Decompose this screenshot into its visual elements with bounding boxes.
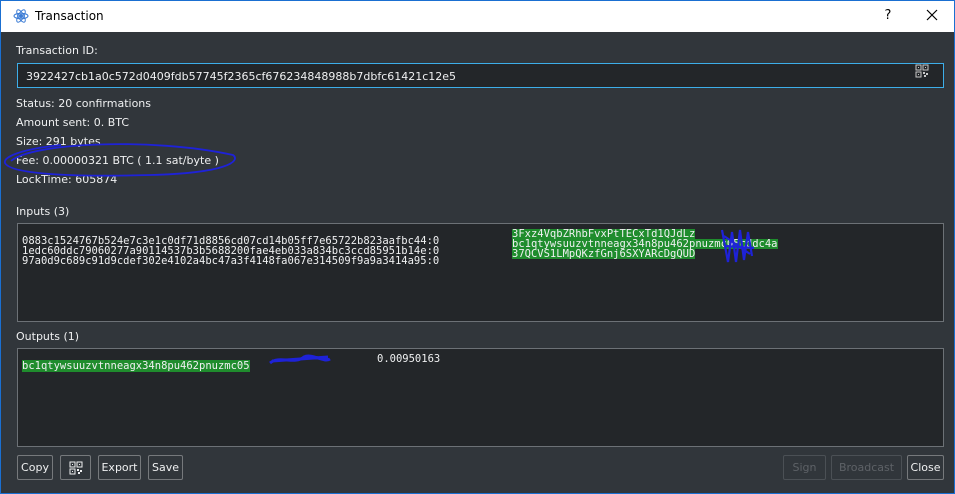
txid-field[interactable]: 3922427cb1a0c572d0409fdb57745f2365cf6762… bbox=[17, 63, 944, 88]
help-button[interactable]: ? bbox=[879, 7, 897, 25]
redaction-scribble bbox=[269, 354, 331, 365]
broadcast-button[interactable]: Broadcast bbox=[831, 455, 902, 480]
close-icon bbox=[926, 9, 938, 21]
inputs-label: Inputs (3) bbox=[16, 205, 70, 218]
input-address[interactable]: 37QCVS1LMpQKzfGnj6SXYARcDgQUD bbox=[512, 249, 696, 259]
locktime-text: LockTime: 605874 bbox=[16, 173, 118, 186]
close-button[interactable]: Close bbox=[907, 455, 944, 480]
close-window-button[interactable] bbox=[921, 7, 943, 25]
inputs-list[interactable]: 0883c1524767b524e7c3e1c0df71d8856cd07cd1… bbox=[17, 223, 944, 322]
qr-code-button[interactable] bbox=[60, 455, 91, 480]
input-row[interactable]: 1edc60ddc79060277a90114537b3b5688200fae4… bbox=[22, 239, 778, 256]
electrum-atom-icon bbox=[13, 9, 29, 23]
outputs-list[interactable]: bc1qtywsuuzvtnneagx34n8pu462pnuzmc05 0.0… bbox=[17, 348, 944, 447]
size-text: Size: 291 bytes bbox=[16, 135, 101, 148]
qr-code-icon bbox=[69, 461, 82, 475]
fee-text: Fee: 0.00000321 BTC ( 1.1 sat/byte ) bbox=[16, 154, 219, 167]
txid-label: Transaction ID: bbox=[16, 44, 98, 57]
txid-value[interactable]: 3922427cb1a0c572d0409fdb57745f2365cf6762… bbox=[26, 70, 456, 83]
export-button[interactable]: Export bbox=[98, 455, 141, 480]
status-text: Status: 20 confirmations bbox=[16, 97, 152, 110]
sign-button[interactable]: Sign bbox=[783, 455, 826, 480]
copy-button[interactable]: Copy bbox=[17, 455, 53, 480]
qr-code-icon[interactable] bbox=[915, 64, 929, 78]
save-button[interactable]: Save bbox=[148, 455, 183, 480]
transaction-dialog: Transaction ? Transaction ID: 3922427cb1… bbox=[0, 0, 955, 494]
output-amount: 0.00950163 bbox=[377, 353, 441, 365]
window-title: Transaction bbox=[35, 9, 104, 23]
output-address[interactable]: bc1qtywsuuzvtnneagx34n8pu462pnuzmc05 bbox=[22, 360, 250, 372]
amount-sent-text: Amount sent: 0. BTC bbox=[16, 116, 130, 129]
output-row[interactable]: bc1qtywsuuzvtnneagx34n8pu462pnuzmc05 0.0… bbox=[22, 354, 440, 372]
outputs-label: Outputs (1) bbox=[16, 330, 80, 343]
input-row[interactable]: 97a0d9c689c91d9cdef302e4102a4bc47a3f4148… bbox=[22, 249, 696, 266]
title-bar: Transaction ? bbox=[1, 1, 954, 32]
input-row[interactable]: 0883c1524767b524e7c3e1c0df71d8856cd07cd1… bbox=[22, 229, 696, 246]
input-prevout: 97a0d9c689c91d9cdef302e4102a4bc47a3f4148… bbox=[22, 255, 440, 267]
